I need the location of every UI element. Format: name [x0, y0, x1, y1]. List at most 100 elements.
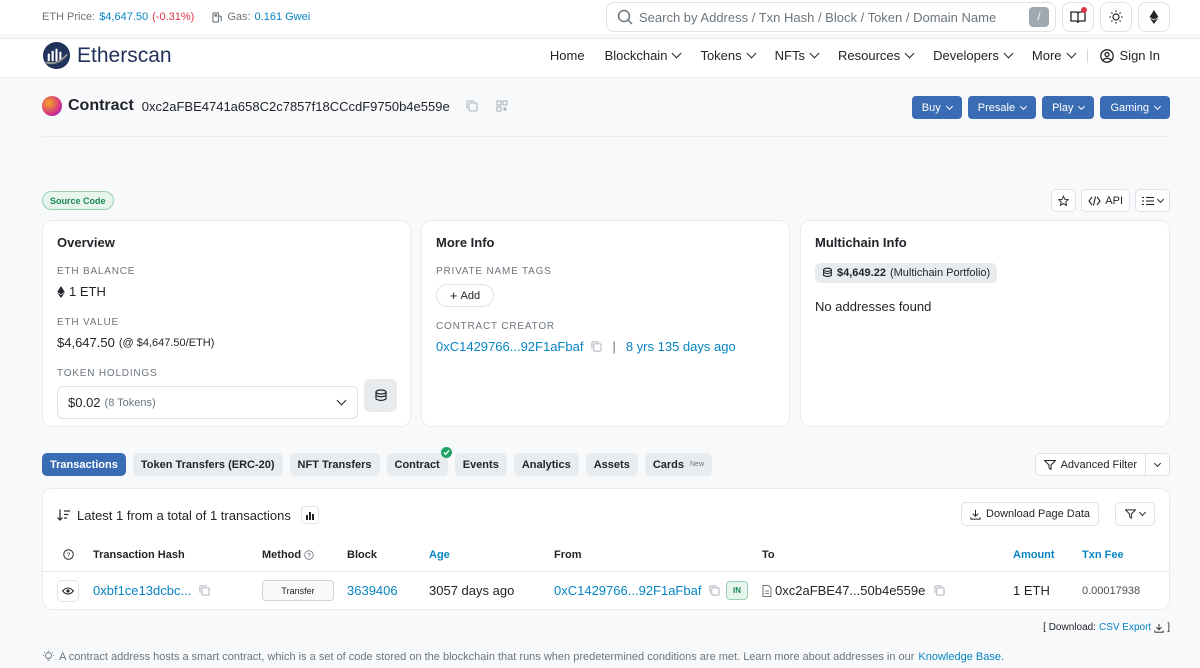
tab-cards[interactable]: Cards New: [644, 453, 713, 476]
add-private-tag-button[interactable]: + Add: [436, 284, 494, 307]
chevron-down-icon: [671, 48, 682, 59]
nav-more[interactable]: More: [1032, 48, 1076, 63]
creator-txn-age-link[interactable]: 8 yrs 135 days ago: [626, 339, 736, 354]
nav-tokens[interactable]: Tokens: [700, 48, 757, 63]
column-header-age[interactable]: Age: [429, 549, 450, 561]
gaming-button[interactable]: Gaming: [1100, 96, 1170, 119]
nav-developers[interactable]: Developers: [933, 48, 1014, 63]
presale-label: Presale: [977, 101, 1016, 114]
nav-menu: Home Blockchain Tokens NFTs Resources De…: [550, 48, 1160, 63]
contract-address: 0xc2aFBE4741a658C2c7857f18CCcdF9750b4e55…: [141, 98, 450, 114]
nav-resources[interactable]: Resources: [838, 48, 915, 63]
star-icon: [1058, 194, 1070, 206]
column-header-to: To: [762, 549, 775, 561]
brand-name: Etherscan: [77, 43, 172, 67]
add-label: Add: [460, 289, 481, 302]
column-header-amount[interactable]: Amount: [1013, 549, 1055, 561]
nav-blockchain[interactable]: Blockchain: [605, 48, 682, 63]
multichain-card: Multichain Info $4,649.22 (Multichain Po…: [800, 220, 1170, 427]
chevron-down-icon: [1003, 48, 1014, 59]
multichain-portfolio-label: (Multichain Portfolio): [889, 266, 991, 279]
network-switch-button[interactable]: [1138, 2, 1170, 32]
top-bar: ETH Price: $4,647.50 (-0.31%) Gas: 0.161…: [0, 0, 1200, 34]
qr-code-icon[interactable]: [496, 100, 508, 112]
help-circle-icon[interactable]: ?: [63, 549, 74, 560]
help-circle-icon[interactable]: ?: [304, 550, 314, 560]
copy-icon[interactable]: [466, 100, 478, 112]
tab-label: Transactions: [50, 458, 118, 471]
tab-label: Analytics: [521, 458, 571, 471]
from-address-link[interactable]: 0xC1429766...92F1aFbaf: [554, 583, 701, 598]
overview-title: Overview: [57, 235, 115, 250]
copy-icon[interactable]: [934, 585, 945, 596]
advanced-filter-dropdown[interactable]: [1146, 453, 1170, 476]
updates-button[interactable]: [1062, 2, 1094, 32]
tab-label: NFT Transfers: [297, 458, 372, 471]
eth-value-amount: $4,647.50: [57, 335, 115, 350]
tab-events[interactable]: Events: [454, 453, 507, 476]
eth-value-label: ETH VALUE: [57, 317, 120, 328]
column-header-txn-fee[interactable]: Txn Fee: [1082, 549, 1124, 561]
presale-button[interactable]: Presale: [967, 96, 1037, 119]
multichain-portfolio-button[interactable]: $4,649.22 (Multichain Portfolio): [815, 262, 998, 283]
coins-stack-icon: [823, 267, 832, 277]
buy-button[interactable]: Buy: [911, 96, 962, 119]
gas-value[interactable]: 0.161 Gwei: [255, 11, 311, 23]
download-page-data-button[interactable]: Download Page Data: [961, 502, 1099, 526]
tab-assets[interactable]: Assets: [585, 453, 638, 476]
ethereum-icon: [1149, 10, 1159, 24]
column-header-method: Method ?: [262, 549, 314, 561]
token-portfolio-button[interactable]: [364, 379, 397, 412]
chevron-down-icon: [1078, 102, 1086, 110]
eth-price-value[interactable]: $4,647.50: [99, 11, 148, 23]
tab-token-transfers[interactable]: Token Transfers (ERC-20): [132, 453, 283, 476]
source-code-badge[interactable]: Source Code: [42, 191, 114, 210]
txn-age: 3057 days ago: [429, 583, 515, 598]
from-cell: 0xC1429766...92F1aFbaf: [554, 583, 721, 598]
advanced-filter-group: Advanced Filter: [1034, 453, 1170, 476]
api-label: API: [1105, 194, 1123, 207]
knowledge-base-link[interactable]: Knowledge Base.: [918, 651, 1004, 663]
block-link[interactable]: 3639406: [347, 583, 398, 598]
copy-icon[interactable]: [709, 585, 721, 596]
creator-address-link[interactable]: 0xC1429766...92F1aFbaf: [436, 339, 583, 354]
direction-in-badge: IN: [726, 581, 748, 600]
address-tools: API: [1051, 189, 1170, 212]
txn-chart-button[interactable]: [300, 506, 319, 524]
play-button[interactable]: Play: [1042, 96, 1095, 119]
advanced-filter-button[interactable]: Advanced Filter: [1034, 453, 1146, 476]
tab-transactions[interactable]: Transactions: [42, 453, 126, 476]
advanced-filter-label: Advanced Filter: [1060, 458, 1137, 471]
favorite-button[interactable]: [1051, 189, 1077, 212]
nav-nfts-label: NFTs: [774, 48, 805, 63]
header-dropdowns: Buy Presale Play Gaming: [911, 96, 1170, 119]
txn-preview-button[interactable]: [57, 580, 79, 602]
coins-stack-icon: [374, 389, 387, 402]
api-button[interactable]: API: [1081, 189, 1130, 212]
user-circle-icon: [1099, 48, 1114, 63]
theme-toggle-button[interactable]: [1100, 2, 1132, 32]
nav-home[interactable]: Home: [550, 48, 585, 63]
token-holdings-dropdown[interactable]: $0.02 (8 Tokens): [57, 386, 358, 419]
contract-header: Contract 0xc2aFBE4741a658C2c7857f18CCcdF…: [42, 96, 508, 116]
transactions-card: Latest 1 from a total of 1 transactions …: [42, 488, 1170, 610]
txn-hash-link[interactable]: 0xbf1ce13dcbc...: [93, 583, 191, 598]
copy-icon[interactable]: [591, 341, 603, 352]
sign-in-button[interactable]: Sign In: [1099, 48, 1160, 63]
main-navbar: Etherscan Home Blockchain Tokens NFTs Re…: [0, 38, 1200, 78]
etherscan-logo[interactable]: Etherscan: [42, 41, 172, 70]
table-filter-button[interactable]: [1115, 502, 1155, 526]
nav-nfts[interactable]: NFTs: [774, 48, 820, 63]
tab-nft-transfers[interactable]: NFT Transfers: [289, 453, 380, 476]
tab-contract[interactable]: Contract: [386, 447, 452, 476]
csv-prefix: [ Download:: [1043, 622, 1096, 633]
nav-tokens-label: Tokens: [700, 48, 742, 63]
search-bar[interactable]: /: [606, 2, 1056, 32]
more-options-button[interactable]: [1135, 189, 1170, 212]
tab-analytics[interactable]: Analytics: [513, 453, 579, 476]
search-input[interactable]: [639, 9, 1029, 25]
ethereum-icon: [57, 285, 65, 298]
copy-icon[interactable]: [199, 585, 210, 596]
csv-export-link[interactable]: CSV Export: [1099, 622, 1151, 633]
eth-price-label: ETH Price:: [42, 11, 96, 23]
